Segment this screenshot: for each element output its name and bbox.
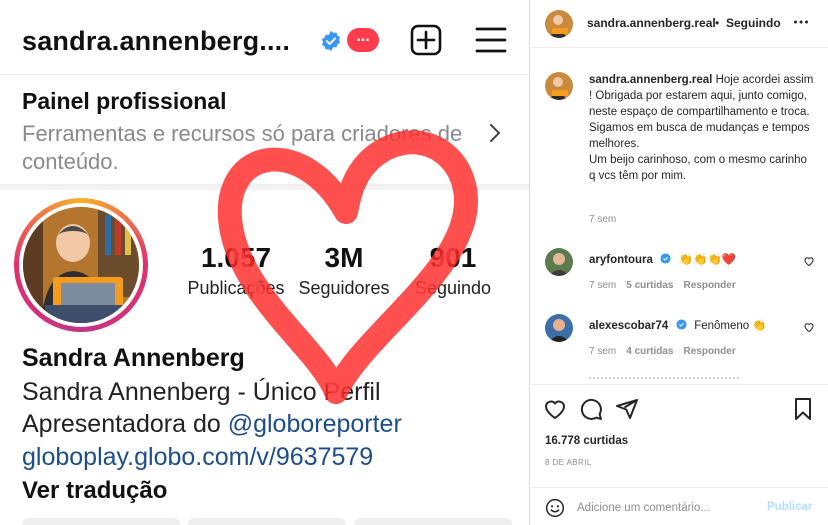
caption-time[interactable]: 7 sem — [589, 214, 616, 225]
verified-icon — [321, 30, 341, 52]
more-icon[interactable] — [793, 14, 809, 30]
comment-avatar[interactable] — [545, 248, 573, 276]
menu-icon — [475, 27, 507, 53]
bio-mention: @globoreporter — [227, 410, 402, 438]
comment: alexescobar74 Fenômeno 👏 — [589, 316, 799, 334]
verified-icon — [660, 253, 671, 264]
stat-following: 901 Seguindo — [414, 242, 492, 298]
profile-bio-line2: Apresentadora do @globoreporter — [22, 410, 402, 438]
likes-count[interactable]: 16.778 curtidas — [545, 435, 628, 447]
post-actions: 16.778 curtidas 8 DE ABRIL Publicar — [531, 384, 828, 525]
header-username[interactable]: sandra.annenberg.real — [587, 16, 716, 30]
post-side-panel: sandra.annenberg.real • Seguindo sandra.… — [531, 0, 828, 525]
reply-button[interactable]: Responder — [683, 280, 735, 291]
comment-username[interactable]: aryfontoura — [589, 254, 653, 266]
following-button[interactable]: Seguindo — [726, 16, 781, 30]
comment: aryfontoura 👏👏👏❤️ — [589, 250, 799, 268]
add-comment-bar: Publicar — [531, 487, 828, 525]
publish-button[interactable]: Publicar — [767, 501, 812, 513]
heart-icon[interactable] — [803, 321, 815, 333]
header-avatar[interactable] — [545, 10, 573, 38]
stat-followers: 3M Seguidores — [298, 242, 390, 298]
emoji-icon[interactable] — [545, 498, 565, 518]
see-translation: Ver tradução — [22, 477, 168, 504]
image-username: sandra.annenberg.... — [22, 26, 291, 56]
profile-button-row — [22, 518, 512, 525]
comment-username[interactable]: alexescobar74 — [589, 320, 668, 332]
comment-input[interactable] — [577, 499, 757, 517]
heart-icon[interactable] — [803, 255, 815, 267]
bookmark-icon[interactable] — [791, 397, 815, 421]
share-icon[interactable] — [615, 397, 639, 421]
panel-description: Ferramentas e recursos só para criadores… — [22, 121, 463, 174]
caption-avatar[interactable] — [545, 72, 573, 100]
profile-bio-line1: Sandra Annenberg - Único Perfil — [22, 378, 381, 406]
image-profile-topbar: sandra.annenberg.... ... — [0, 0, 529, 75]
notification-badge: ... — [347, 28, 379, 52]
comment-meta: 7 sem 5 curtidas Responder — [589, 280, 736, 291]
comment-icon[interactable] — [579, 397, 603, 421]
post-caption: sandra.annenberg.real Hoje acordei assim… — [589, 72, 814, 184]
cut-off-comment — [589, 377, 739, 381]
comment-meta: 7 sem 4 curtidas Responder — [589, 346, 736, 357]
avatar-photo — [23, 207, 139, 323]
new-post-icon — [410, 24, 442, 56]
chevron-right-icon — [490, 124, 501, 142]
professional-panel: Painel profissional Ferramentas e recurs… — [0, 76, 529, 190]
stat-posts: 1.057 Publicações — [187, 242, 285, 298]
profile-display-name: Sandra Annenberg — [22, 344, 245, 372]
verified-icon — [676, 319, 687, 330]
profile-link: globoplay.globo.com/v/9637579 — [22, 443, 374, 471]
comment-avatar[interactable] — [545, 314, 573, 342]
profile-avatar — [14, 198, 148, 332]
reply-button[interactable]: Responder — [683, 346, 735, 357]
comment-text: 👏👏👏❤️ — [678, 254, 737, 266]
heart-icon[interactable] — [543, 397, 567, 421]
caption-username[interactable]: sandra.annenberg.real — [589, 74, 712, 86]
post-date[interactable]: 8 DE ABRIL — [545, 458, 592, 467]
caption-text: Hoje acordei assim ! Obrigada por estare… — [589, 74, 814, 182]
comment-text: Fenômeno 👏 — [694, 320, 767, 332]
panel-title: Painel profissional — [22, 88, 227, 114]
post-header: sandra.annenberg.real • Seguindo — [531, 0, 828, 48]
header-separator: • — [715, 16, 720, 30]
post-image[interactable]: sandra.annenberg.... ... Painel profissi… — [0, 0, 530, 525]
